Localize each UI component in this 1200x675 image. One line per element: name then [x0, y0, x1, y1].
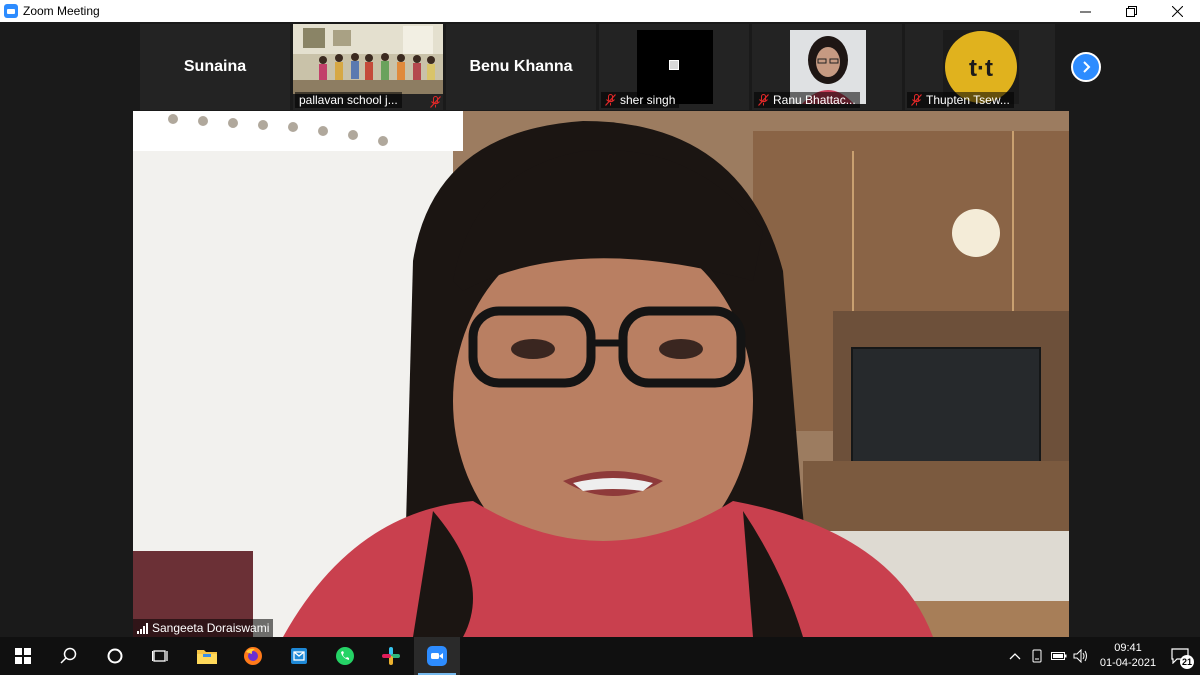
participant-name: Ranu Bhattac...: [773, 93, 856, 107]
search-button[interactable]: [46, 637, 92, 675]
chevron-right-icon: [1083, 61, 1091, 73]
slack-button[interactable]: [368, 637, 414, 675]
participant-label: Ranu Bhattac...: [754, 92, 860, 108]
device-icon-button[interactable]: [1026, 637, 1048, 675]
zoom-taskbar-button[interactable]: [414, 637, 460, 675]
firefox-icon: [244, 647, 262, 665]
volume-button[interactable]: [1070, 637, 1092, 675]
participant-tile-thupten[interactable]: t·t Thupten Tsew...: [905, 24, 1055, 110]
battery-button[interactable]: [1048, 637, 1070, 675]
restore-button[interactable]: [1108, 0, 1154, 22]
file-explorer-button[interactable]: [184, 637, 230, 675]
task-view-icon: [152, 650, 168, 662]
whatsapp-icon: [336, 647, 354, 665]
participant-strip: Sunaina pallavan school j... Benu Khanna…: [140, 24, 1060, 110]
show-hidden-icons-button[interactable]: [1004, 637, 1026, 675]
firefox-button[interactable]: [230, 637, 276, 675]
muted-mic-icon: [430, 95, 441, 108]
windows-logo-icon: [15, 648, 31, 664]
clock-date: 01-04-2021: [1099, 657, 1157, 669]
connection-signal-icon: [137, 622, 148, 634]
muted-mic-icon: [758, 94, 769, 106]
participant-name: Sunaina: [183, 58, 247, 75]
participant-video: [293, 24, 443, 94]
outlook-icon: [291, 648, 307, 664]
participant-tile-sher-singh[interactable]: sher singh: [599, 24, 749, 110]
task-view-button[interactable]: [138, 637, 184, 675]
search-icon: [60, 647, 77, 664]
window-controls: [1062, 0, 1200, 22]
participant-tile-benu-khanna[interactable]: Benu Khanna: [446, 24, 596, 110]
folder-icon: [197, 650, 217, 664]
active-speaker-video: [133, 111, 1069, 637]
avatar-text: t·t: [969, 55, 993, 82]
clock-time: 09:41: [1114, 642, 1142, 654]
participant-label: pallavan school j...: [295, 92, 402, 108]
participant-tile-pallavan[interactable]: pallavan school j...: [293, 24, 443, 110]
device-icon: [1032, 649, 1042, 663]
zoom-icon: [427, 646, 447, 666]
close-button[interactable]: [1154, 0, 1200, 22]
title-bar: Zoom Meeting: [0, 0, 1200, 22]
system-tray: 09:41 01-04-2021 21: [1004, 637, 1200, 675]
whatsapp-button[interactable]: [322, 637, 368, 675]
participant-name: Thupten Tsew...: [926, 93, 1010, 107]
participant-name: pallavan school j...: [299, 93, 398, 107]
chevron-up-icon: [1009, 653, 1021, 660]
slack-icon: [382, 647, 400, 665]
participant-tile-ranu[interactable]: Ranu Bhattac...: [752, 24, 902, 110]
participant-label: sher singh: [601, 92, 680, 108]
outlook-button[interactable]: [276, 637, 322, 675]
notification-count: 21: [1180, 655, 1194, 669]
taskbar-clock[interactable]: 09:41 01-04-2021: [1096, 641, 1160, 671]
active-speaker-label: Sangeeta Doraiswami: [133, 619, 274, 637]
participant-name: Benu Khanna: [469, 58, 573, 75]
speaker-icon: [1073, 649, 1087, 663]
cortana-icon: [107, 648, 123, 664]
participant-label: Thupten Tsew...: [907, 92, 1014, 108]
start-button[interactable]: [0, 637, 46, 675]
muted-mic-icon: [605, 94, 616, 106]
battery-icon: [1051, 652, 1067, 660]
meeting-area: Sunaina pallavan school j... Benu Khanna…: [0, 22, 1200, 637]
window-title: Zoom Meeting: [23, 4, 100, 18]
next-page-button[interactable]: [1071, 52, 1101, 82]
active-speaker-name: Sangeeta Doraiswami: [152, 621, 270, 635]
windows-taskbar: 09:41 01-04-2021 21: [0, 637, 1200, 675]
muted-mic-icon: [911, 94, 922, 106]
participant-tile-sunaina[interactable]: Sunaina: [140, 24, 290, 110]
cortana-button[interactable]: [92, 637, 138, 675]
action-center-button[interactable]: 21: [1160, 637, 1200, 675]
zoom-app-icon: [4, 4, 18, 18]
participant-name: sher singh: [620, 93, 676, 107]
minimize-button[interactable]: [1062, 0, 1108, 22]
